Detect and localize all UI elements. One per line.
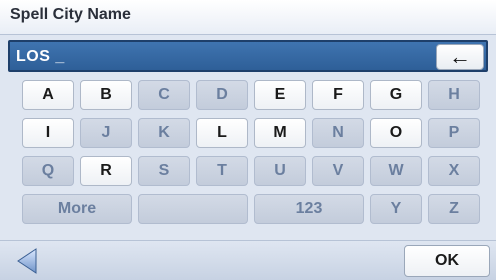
city-name-text: LOS _ xyxy=(16,48,65,65)
key-p: P xyxy=(428,118,480,148)
key-d: D xyxy=(196,80,248,110)
footer-bar: OK xyxy=(0,240,496,280)
space-key xyxy=(138,194,248,224)
numbers-key: 123 xyxy=(254,194,364,224)
back-button[interactable] xyxy=(6,245,48,276)
key-j: J xyxy=(80,118,132,148)
city-name-input[interactable]: LOS _ ← xyxy=(8,40,488,72)
key-c: C xyxy=(138,80,190,110)
key-r[interactable]: R xyxy=(80,156,132,186)
backspace-button[interactable]: ← xyxy=(436,44,484,70)
key-i[interactable]: I xyxy=(22,118,74,148)
key-m[interactable]: M xyxy=(254,118,306,148)
key-a[interactable]: A xyxy=(22,80,74,110)
key-u: U xyxy=(254,156,306,186)
ok-button[interactable]: OK xyxy=(404,245,490,277)
key-w: W xyxy=(370,156,422,186)
key-h: H xyxy=(428,80,480,110)
header-bar: Spell City Name xyxy=(0,0,496,35)
back-arrow-icon xyxy=(17,247,37,274)
key-f[interactable]: F xyxy=(312,80,364,110)
key-g[interactable]: G xyxy=(370,80,422,110)
key-k: K xyxy=(138,118,190,148)
key-s: S xyxy=(138,156,190,186)
key-q: Q xyxy=(22,156,74,186)
key-z: Z xyxy=(428,194,480,224)
key-l[interactable]: L xyxy=(196,118,248,148)
key-o[interactable]: O xyxy=(370,118,422,148)
key-y: Y xyxy=(370,194,422,224)
backspace-icon: ← xyxy=(449,44,471,69)
key-x: X xyxy=(428,156,480,186)
key-t: T xyxy=(196,156,248,186)
more-button: More xyxy=(22,194,132,224)
key-b[interactable]: B xyxy=(80,80,132,110)
key-e[interactable]: E xyxy=(254,80,306,110)
page-title: Spell City Name xyxy=(10,6,131,23)
key-v: V xyxy=(312,156,364,186)
key-n: N xyxy=(312,118,364,148)
